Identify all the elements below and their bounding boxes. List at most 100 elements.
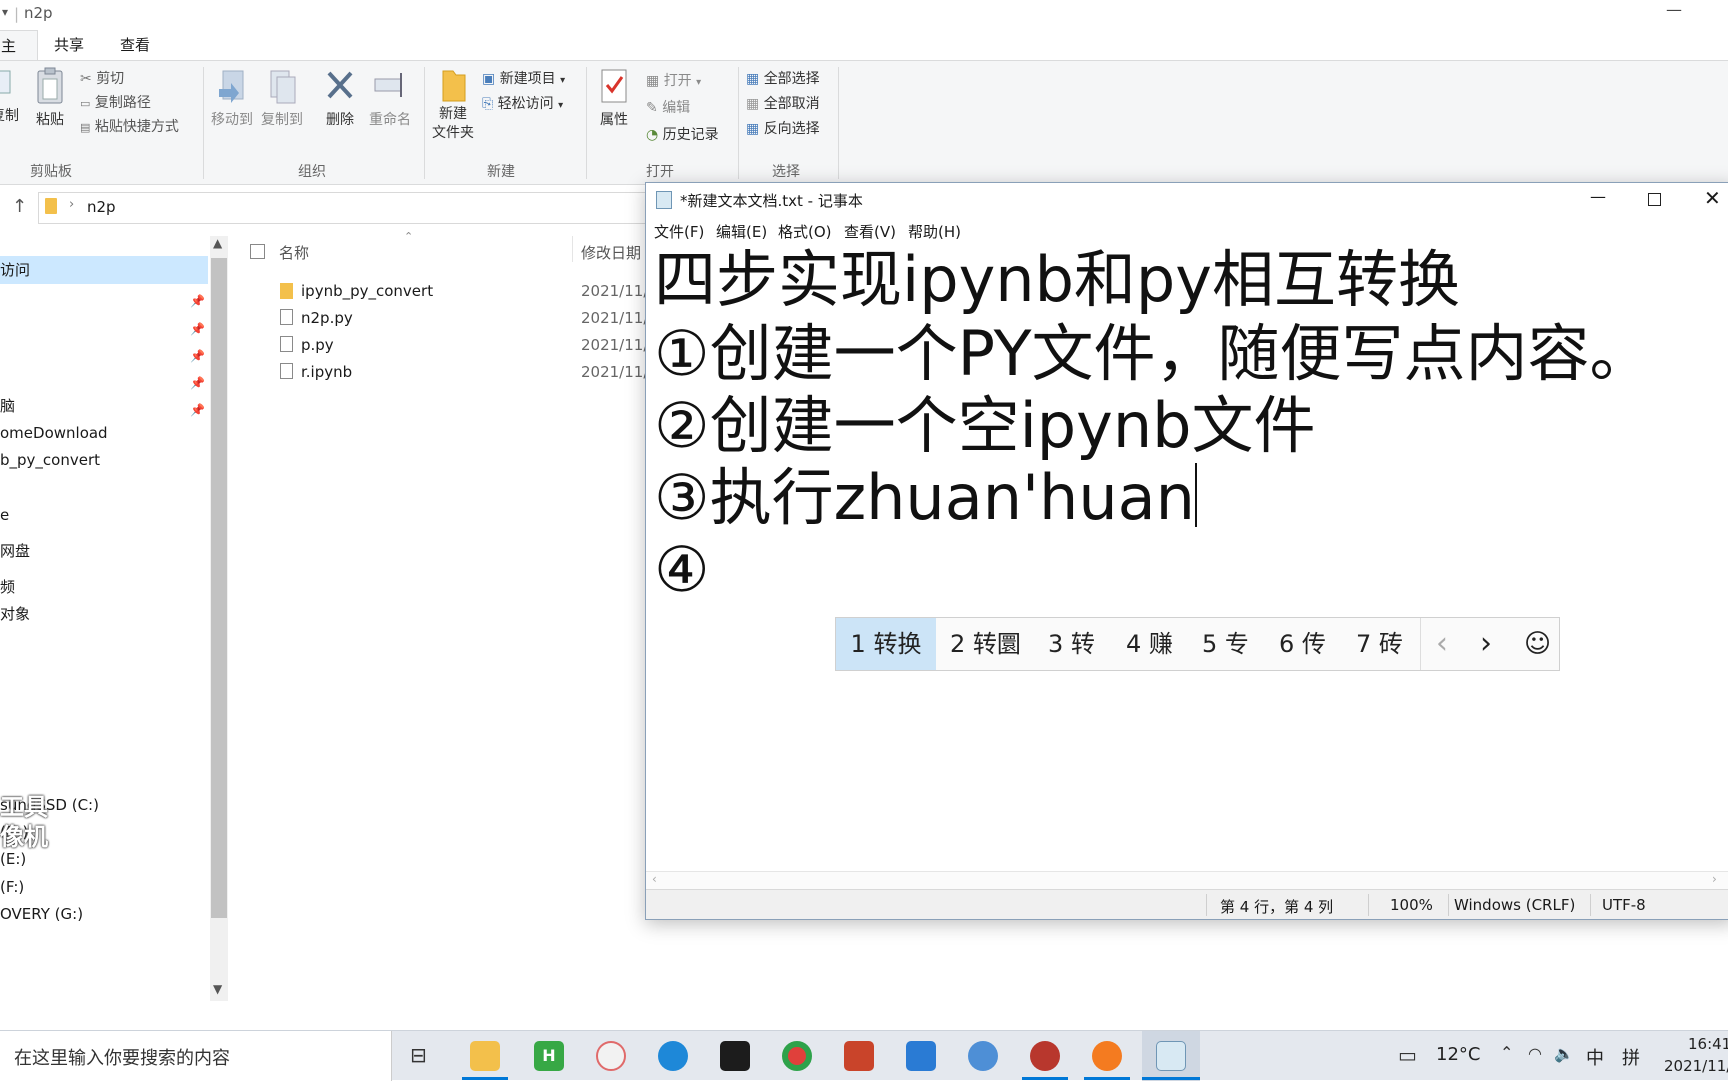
- copy-path-button[interactable]: ▭ 复制路径: [80, 93, 151, 114]
- terminal-icon[interactable]: [720, 1041, 750, 1071]
- ime-candidate[interactable]: 5 专: [1202, 618, 1249, 670]
- notepad-taskbar-button[interactable]: [1142, 1031, 1200, 1081]
- quick-access-toolbar-arrow-icon[interactable]: ▾: [2, 5, 8, 19]
- search-box[interactable]: 在这里输入你要搜索的内容: [0, 1031, 392, 1081]
- maximize-icon[interactable]: [1648, 193, 1661, 206]
- ime-mode-indicator[interactable]: 中: [1586, 1044, 1604, 1070]
- weather-icon[interactable]: ▭: [1398, 1043, 1417, 1067]
- paste-shortcut-button[interactable]: ▤ 粘贴快捷方式: [80, 117, 179, 138]
- menu-file[interactable]: 文件(F): [654, 221, 704, 242]
- new-item-button[interactable]: ▣ 新建项目 ▾: [482, 69, 565, 91]
- ime-candidate[interactable]: 3 转: [1048, 618, 1095, 670]
- copy-to-button[interactable]: 复制到: [258, 67, 306, 129]
- scroll-up-icon[interactable]: ▲: [213, 236, 222, 250]
- pin-icon[interactable]: 📌: [190, 322, 205, 336]
- file-row[interactable]: n2p.py 2021/11/: [240, 305, 648, 331]
- tab-share[interactable]: 共享: [44, 30, 94, 60]
- pin-icon[interactable]: 📌: [190, 349, 205, 363]
- easy-access-button[interactable]: ⎘ 轻松访问 ▾: [482, 94, 563, 116]
- history-button[interactable]: ◔ 历史记录: [646, 125, 719, 145]
- chrome-browser-icon[interactable]: [782, 1041, 812, 1071]
- copy-button[interactable]: 复制: [0, 67, 20, 125]
- ime-candidate-selected[interactable]: 1 转换: [836, 618, 936, 670]
- menu-help[interactable]: 帮助(H): [908, 221, 961, 242]
- column-header-date[interactable]: 修改日期: [581, 242, 641, 263]
- ime-candidate[interactable]: 6 传: [1279, 618, 1326, 670]
- delete-button[interactable]: 删除: [318, 67, 362, 129]
- ime-candidate[interactable]: 2 转圜: [950, 618, 1021, 670]
- vscode-icon[interactable]: [906, 1041, 936, 1071]
- app-icon[interactable]: [844, 1041, 874, 1071]
- paste-button[interactable]: 粘贴: [32, 67, 68, 129]
- nav-item-videos[interactable]: 频: [0, 573, 15, 601]
- select-all-button[interactable]: ▦ 全部选择: [746, 69, 820, 89]
- pin-icon[interactable]: 📌: [190, 403, 205, 417]
- column-header-name[interactable]: 名称: [279, 242, 309, 263]
- nav-item-quick-access[interactable]: 访问: [0, 256, 208, 284]
- tab-view[interactable]: 查看: [110, 30, 160, 60]
- horizontal-scrollbar[interactable]: ‹ ›: [646, 871, 1728, 889]
- nav-item-3d-objects[interactable]: 对象: [0, 600, 30, 628]
- file-row[interactable]: r.ipynb 2021/11/: [240, 359, 648, 385]
- nav-item-drive-g[interactable]: OVERY (G:): [0, 900, 83, 928]
- properties-button[interactable]: 属性: [592, 67, 636, 129]
- cut-button[interactable]: ✂ 剪切: [80, 69, 124, 89]
- scroll-down-icon[interactable]: ▼: [213, 982, 222, 996]
- volume-icon[interactable]: 🔈: [1554, 1044, 1574, 1063]
- show-hidden-icons-icon[interactable]: ⌃: [1500, 1043, 1513, 1062]
- move-to-button[interactable]: 移动到: [208, 67, 256, 129]
- tab-home[interactable]: 主页: [0, 30, 38, 85]
- select-none-button[interactable]: ▦ 全部取消: [746, 94, 820, 114]
- rename-button[interactable]: 重命名: [366, 67, 414, 129]
- notepad-text-area[interactable]: 四步实现ipynb和py相互转换 ①创建一个PY文件，随便写点内容。 ②创建一个…: [646, 245, 1728, 855]
- minimize-icon[interactable]: —: [1590, 187, 1606, 206]
- ime-pinyin-indicator[interactable]: 拼: [1622, 1044, 1640, 1070]
- open-button[interactable]: ▦ 打开 ▾: [646, 71, 701, 93]
- edge-browser-icon[interactable]: [658, 1041, 688, 1071]
- app-icon[interactable]: [968, 1041, 998, 1071]
- nav-item-netdisk[interactable]: 网盘: [0, 537, 30, 565]
- up-arrow-icon[interactable]: ↑: [12, 196, 27, 217]
- close-icon[interactable]: ✕: [1704, 186, 1721, 210]
- nav-item-chromedownload[interactable]: omeDownload: [0, 419, 108, 447]
- menu-edit[interactable]: 编辑(E): [716, 221, 767, 242]
- edit-button[interactable]: ✎ 编辑: [646, 98, 690, 118]
- hbuilder-icon[interactable]: H: [534, 1041, 564, 1071]
- task-view-icon[interactable]: ⊟: [410, 1043, 427, 1067]
- scroll-left-icon[interactable]: ‹: [652, 872, 657, 886]
- ime-emoji-icon[interactable]: ☺: [1524, 618, 1551, 670]
- nav-item-this-pc[interactable]: 脑: [0, 392, 15, 420]
- invert-selection-button[interactable]: ▦ 反向选择: [746, 119, 820, 139]
- file-row[interactable]: ipynb_py_convert 2021/11/: [240, 278, 648, 304]
- file-row[interactable]: p.py 2021/11/: [240, 332, 648, 358]
- nav-scrollbar[interactable]: ▲ ▼: [210, 236, 228, 1001]
- clock-time[interactable]: 16:41: [1688, 1035, 1728, 1053]
- ime-prev-page-icon[interactable]: ‹: [1436, 618, 1448, 670]
- address-field[interactable]: › n2p: [38, 192, 650, 224]
- nav-item-ipynb-py-convert[interactable]: b_py_convert: [0, 446, 100, 474]
- pin-icon[interactable]: 📌: [190, 294, 205, 308]
- scroll-right-icon[interactable]: ›: [1712, 872, 1717, 886]
- menu-view[interactable]: 查看(V): [844, 221, 896, 242]
- recorder-app-icon[interactable]: [1030, 1041, 1060, 1071]
- breadcrumb-chevron-icon[interactable]: ›: [69, 197, 74, 212]
- column-divider[interactable]: [572, 236, 573, 262]
- network-icon[interactable]: ◠: [1528, 1044, 1542, 1063]
- ime-next-page-icon[interactable]: ›: [1480, 618, 1492, 670]
- scrollbar-thumb[interactable]: [211, 258, 227, 918]
- app-icon[interactable]: [1092, 1041, 1122, 1071]
- pin-icon[interactable]: 📌: [190, 376, 205, 390]
- nav-item-onedrive[interactable]: e: [0, 501, 9, 529]
- minimize-icon[interactable]: —: [1666, 0, 1682, 19]
- weather-temp[interactable]: 12°C: [1436, 1044, 1480, 1065]
- snipping-tool-icon[interactable]: [596, 1041, 626, 1071]
- ime-candidate[interactable]: 7 砖: [1356, 618, 1403, 670]
- menu-format[interactable]: 格式(O): [778, 221, 832, 242]
- breadcrumb-current[interactable]: n2p: [87, 198, 116, 216]
- select-all-checkbox[interactable]: [250, 244, 265, 259]
- ime-candidate[interactable]: 4 赚: [1126, 618, 1173, 670]
- new-folder-button[interactable]: 新建 文件夹: [428, 67, 478, 143]
- file-explorer-taskbar-icon[interactable]: [470, 1041, 500, 1071]
- clock-date[interactable]: 2021/11/: [1664, 1057, 1728, 1075]
- nav-item-drive-f[interactable]: (F:): [0, 873, 24, 901]
